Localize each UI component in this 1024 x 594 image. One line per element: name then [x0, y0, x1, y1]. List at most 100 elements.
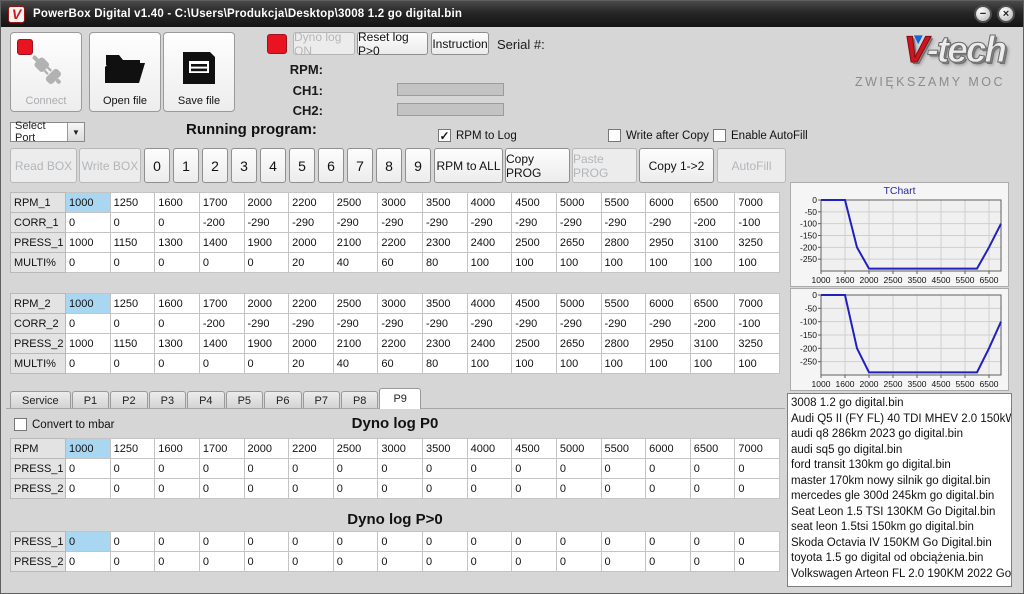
- table-cell[interactable]: 0: [66, 253, 111, 273]
- table-cell[interactable]: 0: [244, 253, 289, 273]
- table-cell[interactable]: 2500: [333, 294, 378, 314]
- table-cell[interactable]: 1150: [110, 334, 155, 354]
- table-cell[interactable]: 100: [467, 354, 512, 374]
- table-cell[interactable]: 3500: [423, 439, 468, 459]
- connect-button[interactable]: Connect: [10, 32, 82, 112]
- list-item[interactable]: toyota 1.5 go digital od obciążenia.bin: [791, 551, 1011, 567]
- table-cell[interactable]: 100: [646, 354, 691, 374]
- minimize-button[interactable]: −: [974, 5, 992, 23]
- copy-prog-button[interactable]: Copy PROG: [505, 148, 570, 183]
- table-cell[interactable]: 20: [289, 253, 334, 273]
- digit-button-7[interactable]: 7: [347, 148, 373, 183]
- table-cell[interactable]: 100: [556, 354, 601, 374]
- table-cell[interactable]: 1400: [199, 233, 244, 253]
- table-cell[interactable]: 3000: [378, 294, 423, 314]
- table-cell[interactable]: 0: [556, 532, 601, 552]
- table-cell[interactable]: 3100: [690, 334, 735, 354]
- table-cell[interactable]: -290: [467, 213, 512, 233]
- table-cell[interactable]: 0: [199, 459, 244, 479]
- table-cell[interactable]: 2000: [244, 294, 289, 314]
- table-cell[interactable]: 1700: [199, 294, 244, 314]
- tab-p4[interactable]: P4: [187, 391, 224, 409]
- table-cell[interactable]: 1600: [155, 294, 200, 314]
- table-cell[interactable]: 0: [66, 479, 111, 499]
- instruction-button[interactable]: Instruction: [431, 32, 489, 55]
- table-cell[interactable]: 100: [735, 253, 780, 273]
- table-cell[interactable]: 0: [735, 532, 780, 552]
- table-cell[interactable]: 100: [512, 354, 557, 374]
- table-cell[interactable]: 3000: [378, 193, 423, 213]
- list-item[interactable]: Skoda Octavia IV 150KM Go Digital.bin: [791, 536, 1011, 552]
- table-cell[interactable]: 0: [244, 459, 289, 479]
- list-item[interactable]: Audi Q5 II (FY FL) 40 TDI MHEV 2.0 150kW…: [791, 412, 1011, 428]
- table-cell[interactable]: -200: [199, 314, 244, 334]
- table-cell[interactable]: 100: [690, 253, 735, 273]
- paste-prog-button[interactable]: Paste PROG: [572, 148, 637, 183]
- tab-p6[interactable]: P6: [264, 391, 301, 409]
- table-cell[interactable]: 0: [423, 459, 468, 479]
- table-cell[interactable]: 0: [110, 253, 155, 273]
- table-cell[interactable]: 2000: [244, 193, 289, 213]
- table-cell[interactable]: 2200: [289, 294, 334, 314]
- table-cell[interactable]: -290: [423, 314, 468, 334]
- table-cell[interactable]: 0: [646, 459, 691, 479]
- table-cell[interactable]: 0: [155, 552, 200, 572]
- table-cell[interactable]: 3250: [735, 334, 780, 354]
- table-cell[interactable]: 3100: [690, 233, 735, 253]
- list-item[interactable]: Seat Leon 1.5 TSI 130KM Go Digital.bin: [791, 505, 1011, 521]
- tab-p8[interactable]: P8: [341, 391, 378, 409]
- table-cell[interactable]: 100: [735, 354, 780, 374]
- digit-button-5[interactable]: 5: [289, 148, 315, 183]
- table-cell[interactable]: 5000: [556, 439, 601, 459]
- table-cell[interactable]: 40: [333, 253, 378, 273]
- table-cell[interactable]: 1000: [66, 439, 111, 459]
- list-item[interactable]: master 170km nowy silnik go digital.bin: [791, 474, 1011, 490]
- table-cell[interactable]: 0: [244, 354, 289, 374]
- select-port-dropdown[interactable]: Select Port ▼: [10, 122, 85, 142]
- table-cell[interactable]: 60: [378, 354, 423, 374]
- list-item[interactable]: audi sq5 go digital.bin: [791, 443, 1011, 459]
- table-cell[interactable]: 0: [244, 552, 289, 572]
- table-cell[interactable]: 0: [467, 479, 512, 499]
- tab-p3[interactable]: P3: [149, 391, 186, 409]
- table-cell[interactable]: 80: [423, 354, 468, 374]
- table-cell[interactable]: 0: [467, 532, 512, 552]
- table-cell[interactable]: 100: [512, 253, 557, 273]
- digit-button-9[interactable]: 9: [405, 148, 431, 183]
- table-cell[interactable]: 2800: [601, 334, 646, 354]
- table-cell[interactable]: 2000: [289, 334, 334, 354]
- table-cell[interactable]: 2000: [289, 233, 334, 253]
- table-cell[interactable]: 1000: [66, 294, 111, 314]
- table-cell[interactable]: 0: [378, 479, 423, 499]
- table-cell[interactable]: 4500: [512, 294, 557, 314]
- list-item[interactable]: mercedes gle 300d 245km go digital.bin: [791, 489, 1011, 505]
- table-cell[interactable]: 2500: [512, 334, 557, 354]
- table-cell[interactable]: -290: [378, 314, 423, 334]
- table-cell[interactable]: 0: [646, 532, 691, 552]
- table-cell[interactable]: -290: [467, 314, 512, 334]
- list-item[interactable]: Volkswagen Arteon FL 2.0 190KM 2022 Go D…: [791, 567, 1011, 583]
- table-cell[interactable]: 1600: [155, 439, 200, 459]
- table-cell[interactable]: 0: [66, 354, 111, 374]
- table-cell[interactable]: 0: [155, 479, 200, 499]
- autofill-button[interactable]: AutoFill: [717, 148, 786, 183]
- table-cell[interactable]: 20: [289, 354, 334, 374]
- table-cell[interactable]: 0: [512, 459, 557, 479]
- write-after-copy-checkbox[interactable]: Write after Copy: [608, 129, 709, 142]
- table-cell[interactable]: 1250: [110, 193, 155, 213]
- table-cell[interactable]: 100: [556, 253, 601, 273]
- digit-button-8[interactable]: 8: [376, 148, 402, 183]
- table-cell[interactable]: 6500: [690, 439, 735, 459]
- table-cell[interactable]: 0: [289, 479, 334, 499]
- table-cell[interactable]: 0: [601, 479, 646, 499]
- table-cell[interactable]: -200: [690, 213, 735, 233]
- table-cell[interactable]: 0: [66, 532, 111, 552]
- table-cell[interactable]: 1250: [110, 439, 155, 459]
- read-box-button[interactable]: Read BOX: [10, 148, 77, 183]
- table-cell[interactable]: 5000: [556, 294, 601, 314]
- table-cell[interactable]: 0: [66, 213, 111, 233]
- table-cell[interactable]: 0: [199, 354, 244, 374]
- table-cell[interactable]: 0: [110, 213, 155, 233]
- tab-p1[interactable]: P1: [72, 391, 109, 409]
- table-cell[interactable]: -290: [289, 314, 334, 334]
